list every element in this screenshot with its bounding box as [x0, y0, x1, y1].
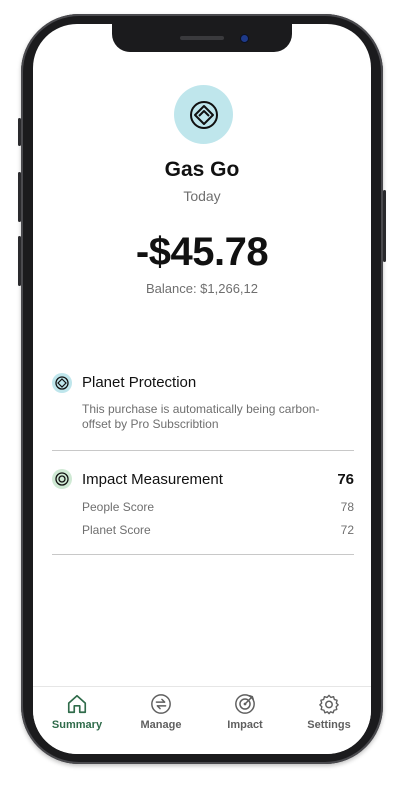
tab-label: Summary — [51, 719, 103, 731]
people-score-label: People Score — [82, 500, 155, 514]
power-button — [383, 190, 386, 262]
volume-up-button — [18, 172, 21, 222]
app-screen: Gas Go Today -$45.78 Balance: $1,266,12 … — [33, 24, 371, 754]
account-balance: Balance: $1,266,12 — [145, 281, 259, 296]
tab-summary[interactable]: Summary — [35, 693, 119, 731]
target-icon — [235, 694, 255, 714]
impact-measurement-title: Impact Measurement — [82, 471, 223, 488]
transaction-amount: -$45.78 — [135, 230, 269, 274]
transfer-icon — [151, 694, 171, 714]
impact-measurement-icon — [52, 469, 72, 489]
diamond-logo-icon — [189, 100, 218, 129]
notch — [112, 24, 292, 52]
tab-label: Impact — [227, 719, 263, 731]
merchant-name: Gas Go — [164, 158, 240, 181]
tab-bar: Summary Manage Impact Settings — [33, 686, 371, 754]
people-score-value: 78 — [340, 500, 354, 514]
camera — [241, 35, 248, 42]
divider — [52, 554, 354, 555]
speaker — [180, 36, 224, 40]
gear-icon — [319, 694, 339, 715]
tab-manage[interactable]: Manage — [119, 693, 203, 731]
tab-settings[interactable]: Settings — [287, 693, 371, 731]
tab-label: Manage — [140, 719, 182, 731]
planet-score-value: 72 — [340, 523, 354, 537]
planet-score-label: Planet Score — [82, 523, 151, 537]
tab-label: Settings — [307, 719, 351, 731]
planet-protection-title: Planet Protection — [82, 374, 197, 391]
home-icon — [67, 694, 87, 714]
tab-impact[interactable]: Impact — [203, 693, 287, 731]
planet-protection-description: This purchase is automatically being car… — [82, 402, 320, 431]
volume-down-button — [18, 236, 21, 286]
divider — [52, 450, 354, 451]
transaction-date: Today — [183, 188, 221, 204]
impact-score-total: 76 — [337, 471, 354, 488]
planet-protection-icon — [52, 373, 72, 393]
merchant-logo — [174, 85, 233, 144]
side-button — [18, 118, 21, 146]
